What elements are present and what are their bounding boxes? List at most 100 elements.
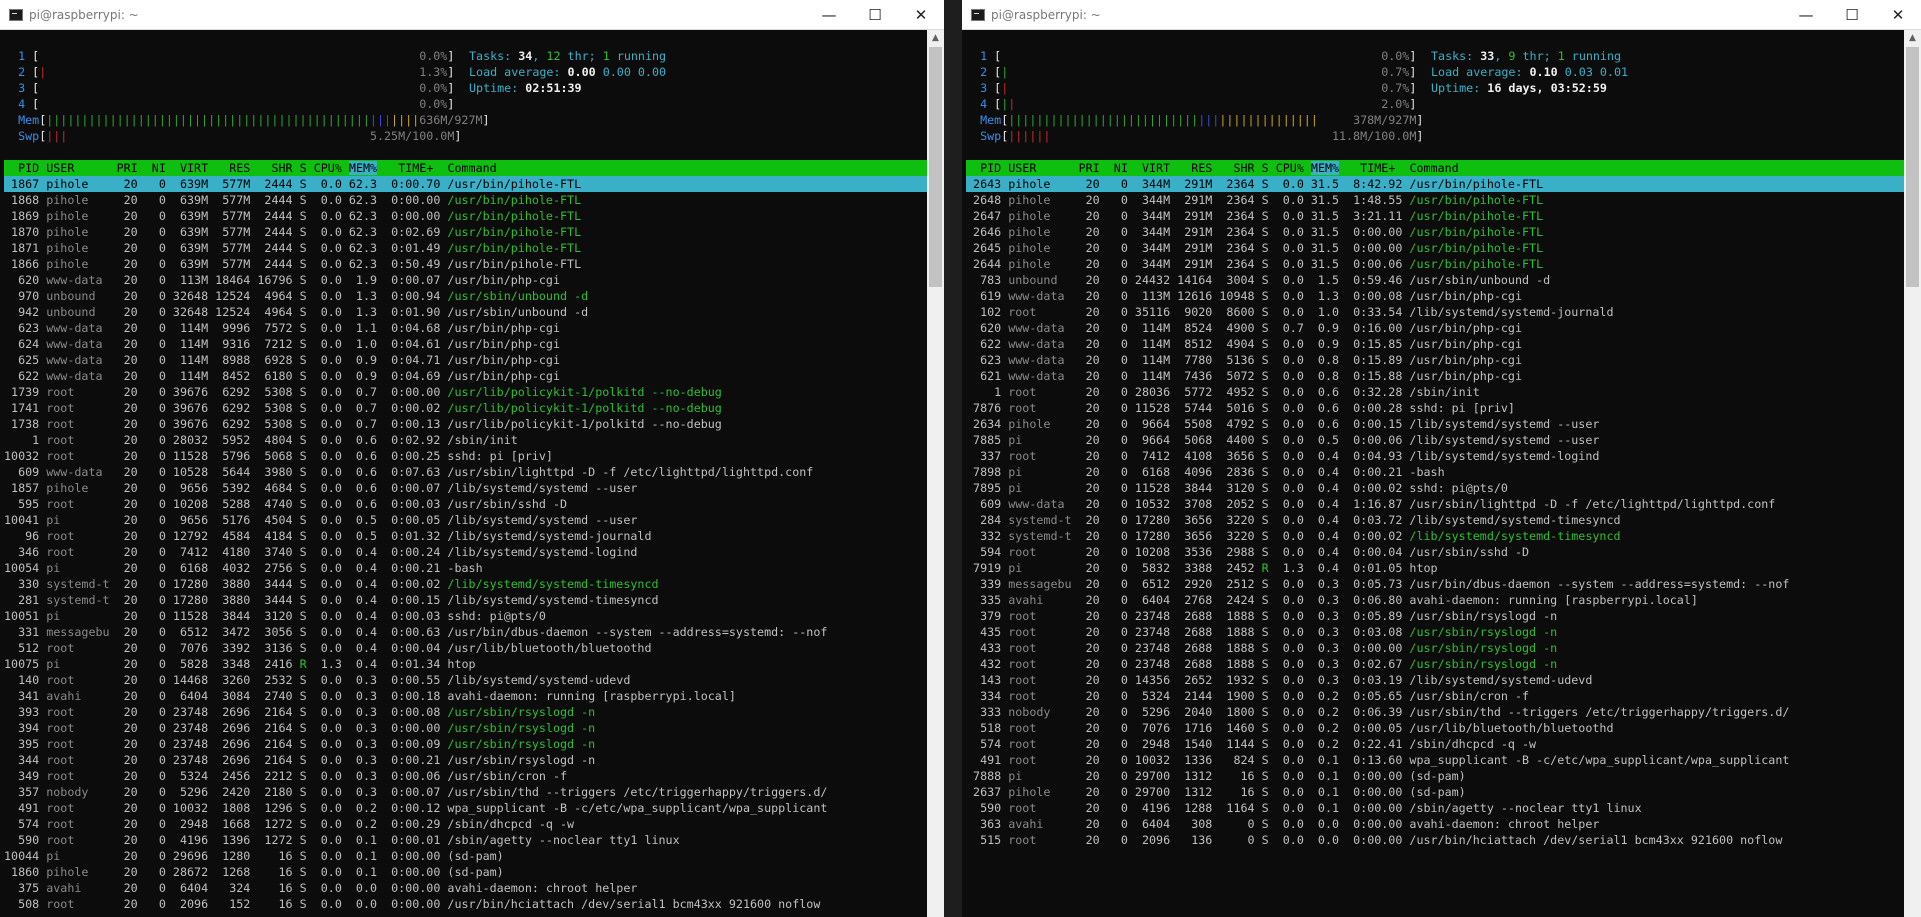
- process-row[interactable]: 619 www-data 20 0 113M 12616 10948 S 0.0…: [966, 288, 1904, 304]
- process-row[interactable]: 620 www-data 20 0 113M 18464 16796 S 0.0…: [4, 272, 927, 288]
- column-cpu[interactable]: CPU%: [1276, 161, 1304, 175]
- process-row[interactable]: 395 root 20 0 23748 2696 2164 S 0.0 0.3 …: [4, 736, 927, 752]
- process-row[interactable]: 432 root 20 0 23748 2688 1888 S 0.0 0.3 …: [966, 656, 1904, 672]
- column-command[interactable]: Command: [1409, 161, 1831, 175]
- process-row[interactable]: 143 root 20 0 14356 2652 1932 S 0.0 0.3 …: [966, 672, 1904, 688]
- process-row[interactable]: 491 root 20 0 10032 1808 1296 S 0.0 0.2 …: [4, 800, 927, 816]
- process-row[interactable]: 1860 pihole 20 0 28672 1268 16 S 0.0 0.1…: [4, 864, 927, 880]
- column-virt[interactable]: VIRT: [173, 161, 215, 175]
- process-row[interactable]: 394 root 20 0 23748 2696 2164 S 0.0 0.3 …: [4, 720, 927, 736]
- process-row[interactable]: 2637 pihole 20 0 29700 1312 16 S 0.0 0.1…: [966, 784, 1904, 800]
- column-time[interactable]: TIME+: [1339, 161, 1409, 175]
- process-row[interactable]: 1738 root 20 0 39676 6292 5308 S 0.0 0.7…: [4, 416, 927, 432]
- column-shr[interactable]: SHR: [1219, 161, 1261, 175]
- process-row[interactable]: 357 nobody 20 0 5296 2420 2180 S 0.0 0.3…: [4, 784, 927, 800]
- column-res[interactable]: RES: [215, 161, 257, 175]
- process-row[interactable]: 515 root 20 0 2096 136 0 S 0.0 0.0 0:00.…: [966, 832, 1904, 848]
- process-row[interactable]: 393 root 20 0 23748 2696 2164 S 0.0 0.3 …: [4, 704, 927, 720]
- process-row[interactable]: 2643 pihole 20 0 344M 291M 2364 S 0.0 31…: [966, 176, 1904, 192]
- column-user[interactable]: USER: [46, 161, 116, 175]
- process-row[interactable]: 7876 root 20 0 11528 5744 5016 S 0.0 0.6…: [966, 400, 1904, 416]
- title-bar[interactable]: pi@raspberrypi: ~ — ☐ ✕: [962, 0, 1921, 30]
- process-row[interactable]: 574 root 20 0 2948 1540 1144 S 0.0 0.2 0…: [966, 736, 1904, 752]
- process-row[interactable]: 10032 root 20 0 11528 5796 5068 S 0.0 0.…: [4, 448, 927, 464]
- process-table-header[interactable]: PID USER PRI NI VIRT RES SHR S CPU% MEM%…: [4, 160, 927, 176]
- process-row[interactable]: 1867 pihole 20 0 639M 577M 2444 S 0.0 62…: [4, 176, 927, 192]
- process-row[interactable]: 2634 pihole 20 0 9664 5508 4792 S 0.0 0.…: [966, 416, 1904, 432]
- process-row[interactable]: 344 root 20 0 23748 2696 2164 S 0.0 0.3 …: [4, 752, 927, 768]
- process-row[interactable]: 1739 root 20 0 39676 6292 5308 S 0.0 0.7…: [4, 384, 927, 400]
- process-row[interactable]: 512 root 20 0 7076 3392 3136 S 0.0 0.4 0…: [4, 640, 927, 656]
- process-row[interactable]: 96 root 20 0 12792 4584 4184 S 0.0 0.5 0…: [4, 528, 927, 544]
- scrollbar-thumb[interactable]: [929, 47, 942, 287]
- process-row[interactable]: 783 unbound 20 0 24432 14164 3004 S 0.0 …: [966, 272, 1904, 288]
- close-button[interactable]: ✕: [1875, 0, 1921, 29]
- process-row[interactable]: 10051 pi 20 0 11528 3844 3120 S 0.0 0.4 …: [4, 608, 927, 624]
- process-row[interactable]: 1 root 20 0 28032 5952 4804 S 0.0 0.6 0:…: [4, 432, 927, 448]
- process-row[interactable]: 1869 pihole 20 0 639M 577M 2444 S 0.0 62…: [4, 208, 927, 224]
- process-row[interactable]: 2645 pihole 20 0 344M 291M 2364 S 0.0 31…: [966, 240, 1904, 256]
- process-row[interactable]: 7885 pi 20 0 9664 5068 4400 S 0.0 0.5 0:…: [966, 432, 1904, 448]
- process-row[interactable]: 332 systemd-t 20 0 17280 3656 3220 S 0.0…: [966, 528, 1904, 544]
- column-pid[interactable]: PID: [4, 161, 46, 175]
- column-mem-sorted[interactable]: MEM%: [1310, 161, 1340, 175]
- process-row[interactable]: 7898 pi 20 0 6168 4096 2836 S 0.0 0.4 0:…: [966, 464, 1904, 480]
- process-row[interactable]: 595 root 20 0 10208 5288 4740 S 0.0 0.6 …: [4, 496, 927, 512]
- process-row[interactable]: 1871 pihole 20 0 639M 577M 2444 S 0.0 62…: [4, 240, 927, 256]
- process-row[interactable]: 7919 pi 20 0 5832 3388 2452 R 1.3 0.4 0:…: [966, 560, 1904, 576]
- process-row[interactable]: 623 www-data 20 0 114M 9996 7572 S 0.0 1…: [4, 320, 927, 336]
- process-row[interactable]: 346 root 20 0 7412 4180 3740 S 0.0 0.4 0…: [4, 544, 927, 560]
- process-row[interactable]: 621 www-data 20 0 114M 7436 5072 S 0.0 0…: [966, 368, 1904, 384]
- process-row[interactable]: 609 www-data 20 0 10532 3708 2052 S 0.0 …: [966, 496, 1904, 512]
- process-row[interactable]: 140 root 20 0 14468 3260 2532 S 0.0 0.3 …: [4, 672, 927, 688]
- process-row[interactable]: 622 www-data 20 0 114M 8512 4904 S 0.0 0…: [966, 336, 1904, 352]
- column-res[interactable]: RES: [1177, 161, 1219, 175]
- column-ni[interactable]: NI: [1107, 161, 1135, 175]
- column-s[interactable]: S: [300, 161, 314, 175]
- column-ni[interactable]: NI: [145, 161, 173, 175]
- process-row[interactable]: 2647 pihole 20 0 344M 291M 2364 S 0.0 31…: [966, 208, 1904, 224]
- terminal-window-left[interactable]: pi@raspberrypi: ~ — ☐ ✕ 1 [ 0.0%] 2 [| 1…: [0, 0, 944, 917]
- process-row[interactable]: 331 messagebu 20 0 6512 3472 3056 S 0.0 …: [4, 624, 927, 640]
- process-row[interactable]: 491 root 20 0 10032 1336 824 S 0.0 0.1 0…: [966, 752, 1904, 768]
- process-row[interactable]: 574 root 20 0 2948 1668 1272 S 0.0 0.2 0…: [4, 816, 927, 832]
- process-row[interactable]: 334 root 20 0 5324 2144 1900 S 0.0 0.2 0…: [966, 688, 1904, 704]
- title-bar[interactable]: pi@raspberrypi: ~ — ☐ ✕: [0, 0, 944, 30]
- column-mem-sorted[interactable]: MEM%: [348, 161, 378, 175]
- process-row[interactable]: 333 nobody 20 0 5296 2040 1800 S 0.0 0.2…: [966, 704, 1904, 720]
- column-shr[interactable]: SHR: [257, 161, 299, 175]
- process-table-header[interactable]: PID USER PRI NI VIRT RES SHR S CPU% MEM%…: [966, 160, 1904, 176]
- column-pri[interactable]: PRI: [117, 161, 145, 175]
- scrollbar-thumb[interactable]: [1906, 47, 1919, 287]
- process-row[interactable]: 10041 pi 20 0 9656 5176 4504 S 0.0 0.5 0…: [4, 512, 927, 528]
- htop-screen[interactable]: 1 [ 0.0%] 2 [| 0.7%] 3 [| 0.7%] 4 [|| 2.…: [966, 30, 1904, 917]
- column-cpu[interactable]: CPU%: [314, 161, 342, 175]
- scroll-up-icon[interactable]: ▲: [927, 30, 944, 47]
- process-row[interactable]: 337 root 20 0 7412 4108 3656 S 0.0 0.4 0…: [966, 448, 1904, 464]
- minimize-button[interactable]: —: [806, 0, 852, 29]
- process-row[interactable]: 625 www-data 20 0 114M 8988 6928 S 0.0 0…: [4, 352, 927, 368]
- process-row[interactable]: 379 root 20 0 23748 2688 1888 S 0.0 0.3 …: [966, 608, 1904, 624]
- process-row[interactable]: 363 avahi 20 0 6404 308 0 S 0.0 0.0 0:00…: [966, 816, 1904, 832]
- process-row[interactable]: 970 unbound 20 0 32648 12524 4964 S 0.0 …: [4, 288, 927, 304]
- process-row[interactable]: 622 www-data 20 0 114M 8452 6180 S 0.0 0…: [4, 368, 927, 384]
- column-time[interactable]: TIME+: [377, 161, 447, 175]
- process-row[interactable]: 2648 pihole 20 0 344M 291M 2364 S 0.0 31…: [966, 192, 1904, 208]
- process-row[interactable]: 7895 pi 20 0 11528 3844 3120 S 0.0 0.4 0…: [966, 480, 1904, 496]
- process-row[interactable]: 594 root 20 0 10208 3536 2988 S 0.0 0.4 …: [966, 544, 1904, 560]
- column-s[interactable]: S: [1262, 161, 1276, 175]
- column-pri[interactable]: PRI: [1079, 161, 1107, 175]
- process-row[interactable]: 7888 pi 20 0 29700 1312 16 S 0.0 0.1 0:0…: [966, 768, 1904, 784]
- column-virt[interactable]: VIRT: [1135, 161, 1177, 175]
- htop-screen[interactable]: 1 [ 0.0%] 2 [| 1.3%] 3 [ 0.0%] 4 [0.0%]…: [4, 30, 927, 917]
- process-row[interactable]: 609 www-data 20 0 10528 5644 3980 S 0.0 …: [4, 464, 927, 480]
- process-row[interactable]: 1857 pihole 20 0 9656 5392 4684 S 0.0 0.…: [4, 480, 927, 496]
- scroll-up-icon[interactable]: ▲: [1904, 30, 1921, 47]
- process-row[interactable]: 341 avahi 20 0 6404 3084 2740 S 0.0 0.3 …: [4, 688, 927, 704]
- process-row[interactable]: 284 systemd-t 20 0 17280 3656 3220 S 0.0…: [966, 512, 1904, 528]
- process-row[interactable]: 433 root 20 0 23748 2688 1888 S 0.0 0.3 …: [966, 640, 1904, 656]
- process-row[interactable]: 623 www-data 20 0 114M 7780 5136 S 0.0 0…: [966, 352, 1904, 368]
- process-row[interactable]: 1866 pihole 20 0 639M 577M 2444 S 0.0 62…: [4, 256, 927, 272]
- process-row[interactable]: 10044 pi 20 0 29696 1280 16 S 0.0 0.1 0:…: [4, 848, 927, 864]
- column-command[interactable]: Command: [447, 161, 869, 175]
